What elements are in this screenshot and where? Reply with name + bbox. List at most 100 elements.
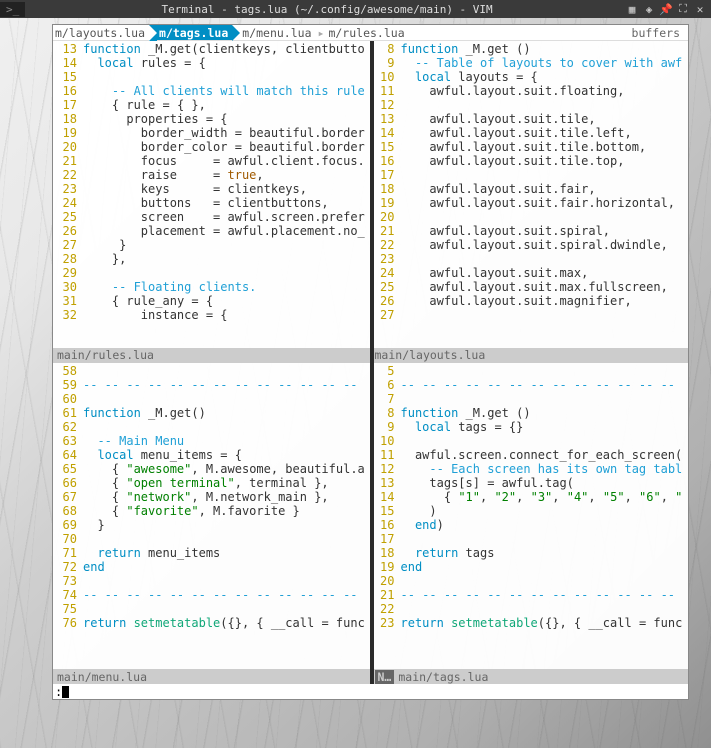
code-line[interactable]: 21 focus = awful.client.focus. (53, 154, 370, 168)
line-number: 13 (371, 476, 401, 490)
code-line[interactable]: 18 return tags (371, 546, 689, 560)
code-line[interactable]: 71 return menu_items (53, 546, 370, 560)
code-line[interactable]: 69 } (53, 518, 370, 532)
code-line[interactable]: 17 (371, 532, 689, 546)
code-line[interactable]: 26 awful.layout.suit.magnifier, (371, 294, 689, 308)
code-line[interactable]: 19 border_width = beautiful.border (53, 126, 370, 140)
pane-top-right[interactable]: 8function _M.get ()9 -- Table of layouts… (371, 41, 689, 363)
code-line[interactable]: 23return setmetatable({}, { __call = fun… (371, 616, 689, 630)
code-line[interactable]: 62 (53, 420, 370, 434)
code-line[interactable]: 63 -- Main Menu (53, 434, 370, 448)
code-line[interactable]: 19end (371, 560, 689, 574)
code-line[interactable]: 18 awful.layout.suit.fair, (371, 182, 689, 196)
code-line[interactable]: 16 awful.layout.suit.tile.top, (371, 154, 689, 168)
pin-icon[interactable]: 📌 (659, 2, 673, 16)
code-line[interactable]: 60 (53, 392, 370, 406)
code-line[interactable]: 30 -- Floating clients. (53, 280, 370, 294)
code-line[interactable]: 17 { rule = { }, (53, 98, 370, 112)
buffer-tab-rules[interactable]: m/rules.lua (326, 25, 408, 40)
buffer-tab-menu[interactable]: m/menu.lua (240, 25, 315, 40)
code-line[interactable]: 32 instance = { (53, 308, 370, 322)
code-line[interactable]: 24 awful.layout.suit.max, (371, 266, 689, 280)
code-line[interactable]: 31 { rule_any = { (53, 294, 370, 308)
code-line[interactable]: 75 (53, 602, 370, 616)
code-line[interactable]: 24 buttons = clientbuttons, (53, 196, 370, 210)
code-line[interactable]: 7 (371, 392, 689, 406)
code-line[interactable]: 15 (53, 70, 370, 84)
code-line[interactable]: 9 local tags = {} (371, 420, 689, 434)
code-line[interactable]: 13 tags[s] = awful.tag( (371, 476, 689, 490)
code-line[interactable]: 14 local rules = { (53, 56, 370, 70)
code-line[interactable]: 13 awful.layout.suit.tile, (371, 112, 689, 126)
code-line[interactable]: 25 screen = awful.screen.prefer (53, 210, 370, 224)
code-line[interactable]: 20 border_color = beautiful.border (53, 140, 370, 154)
code-line[interactable]: 58 (53, 364, 370, 378)
vertical-split-bar[interactable] (370, 41, 374, 684)
code-line[interactable]: 11 awful.layout.suit.floating, (371, 84, 689, 98)
code-line[interactable]: 61function _M.get() (53, 406, 370, 420)
code-line[interactable]: 59-- -- -- -- -- -- -- -- -- -- -- -- -- (53, 378, 370, 392)
code-text: -- Floating clients. (83, 280, 370, 294)
pane-bottom-right[interactable]: 56-- -- -- -- -- -- -- -- -- -- -- -- --… (371, 363, 689, 685)
code-line[interactable]: 14 { "1", "2", "3", "4", "5", "6", " (371, 490, 689, 504)
code-line[interactable]: 23 keys = clientkeys, (53, 182, 370, 196)
code-line[interactable]: 74-- -- -- -- -- -- -- -- -- -- -- -- -- (53, 588, 370, 602)
code-line[interactable]: 14 awful.layout.suit.tile.left, (371, 126, 689, 140)
code-line[interactable]: 68 { "favorite", M.favorite } (53, 504, 370, 518)
code-line[interactable]: 25 awful.layout.suit.max.fullscreen, (371, 280, 689, 294)
line-number: 73 (53, 574, 83, 588)
code-line[interactable]: 16 -- All clients will match this rule (53, 84, 370, 98)
code-line[interactable]: 10 local layouts = { (371, 70, 689, 84)
code-line[interactable]: 27 (371, 308, 689, 322)
code-line[interactable]: 22 raise = true, (53, 168, 370, 182)
code-line[interactable]: 21-- -- -- -- -- -- -- -- -- -- -- -- -- (371, 588, 689, 602)
command-line[interactable]: : (53, 684, 688, 699)
code-line[interactable]: 6-- -- -- -- -- -- -- -- -- -- -- -- -- (371, 378, 689, 392)
code-line[interactable]: 23 (371, 252, 689, 266)
buffer-tab-layouts[interactable]: m/layouts.lua (53, 25, 149, 40)
code-line[interactable]: 9 -- Table of layouts to cover with awf (371, 56, 689, 70)
tile-icon[interactable]: ▦ (625, 2, 639, 16)
code-line[interactable]: 20 (371, 574, 689, 588)
code-line[interactable]: 66 { "open terminal", terminal }, (53, 476, 370, 490)
code-line[interactable]: 5 (371, 364, 689, 378)
code-line[interactable]: 73 (53, 574, 370, 588)
code-line[interactable]: 26 placement = awful.placement.no_ (53, 224, 370, 238)
code-line[interactable]: 10 (371, 434, 689, 448)
line-number: 23 (53, 182, 83, 196)
code-line[interactable]: 65 { "awesome", M.awesome, beautiful.a (53, 462, 370, 476)
close-icon[interactable]: ✕ (693, 2, 707, 16)
code-text: -- -- -- -- -- -- -- -- -- -- -- -- -- (83, 588, 370, 602)
code-line[interactable]: 76return setmetatable({}, { __call = fun… (53, 616, 370, 630)
code-line[interactable]: 22 (371, 602, 689, 616)
code-line[interactable]: 21 awful.layout.suit.spiral, (371, 224, 689, 238)
code-line[interactable]: 64 local menu_items = { (53, 448, 370, 462)
code-line[interactable]: 15 ) (371, 504, 689, 518)
code-line[interactable]: 18 properties = { (53, 112, 370, 126)
code-line[interactable]: 20 (371, 210, 689, 224)
code-line[interactable]: 67 { "network", M.network_main }, (53, 490, 370, 504)
code-line[interactable]: 28 }, (53, 252, 370, 266)
pane-bottom-left[interactable]: 5859-- -- -- -- -- -- -- -- -- -- -- -- … (53, 363, 371, 685)
code-line[interactable]: 17 (371, 168, 689, 182)
code-line[interactable]: 19 awful.layout.suit.fair.horizontal, (371, 196, 689, 210)
code-line[interactable]: 22 awful.layout.suit.spiral.dwindle, (371, 238, 689, 252)
code-line[interactable]: 29 (53, 266, 370, 280)
code-line[interactable]: 12 (371, 98, 689, 112)
code-line[interactable]: 72end (53, 560, 370, 574)
maximize-icon[interactable]: ⛶ (676, 2, 690, 16)
line-number: 75 (53, 602, 83, 616)
code-line[interactable]: 70 (53, 532, 370, 546)
code-line[interactable]: 13function _M.get(clientkeys, clientbutt… (53, 42, 370, 56)
code-line[interactable]: 8function _M.get () (371, 42, 689, 56)
code-line[interactable]: 16 end) (371, 518, 689, 532)
code-line[interactable]: 8function _M.get () (371, 406, 689, 420)
code-line[interactable]: 12 -- Each screen has its own tag tabl (371, 462, 689, 476)
line-number: 66 (53, 476, 83, 490)
target-icon[interactable]: ◈ (642, 2, 656, 16)
code-line[interactable]: 11 awful.screen.connect_for_each_screen( (371, 448, 689, 462)
pane-top-left[interactable]: 13function _M.get(clientkeys, clientbutt… (53, 41, 371, 363)
buffer-tab-tags[interactable]: m/tags.lua (157, 25, 232, 40)
code-line[interactable]: 27 } (53, 238, 370, 252)
code-line[interactable]: 15 awful.layout.suit.tile.bottom, (371, 140, 689, 154)
